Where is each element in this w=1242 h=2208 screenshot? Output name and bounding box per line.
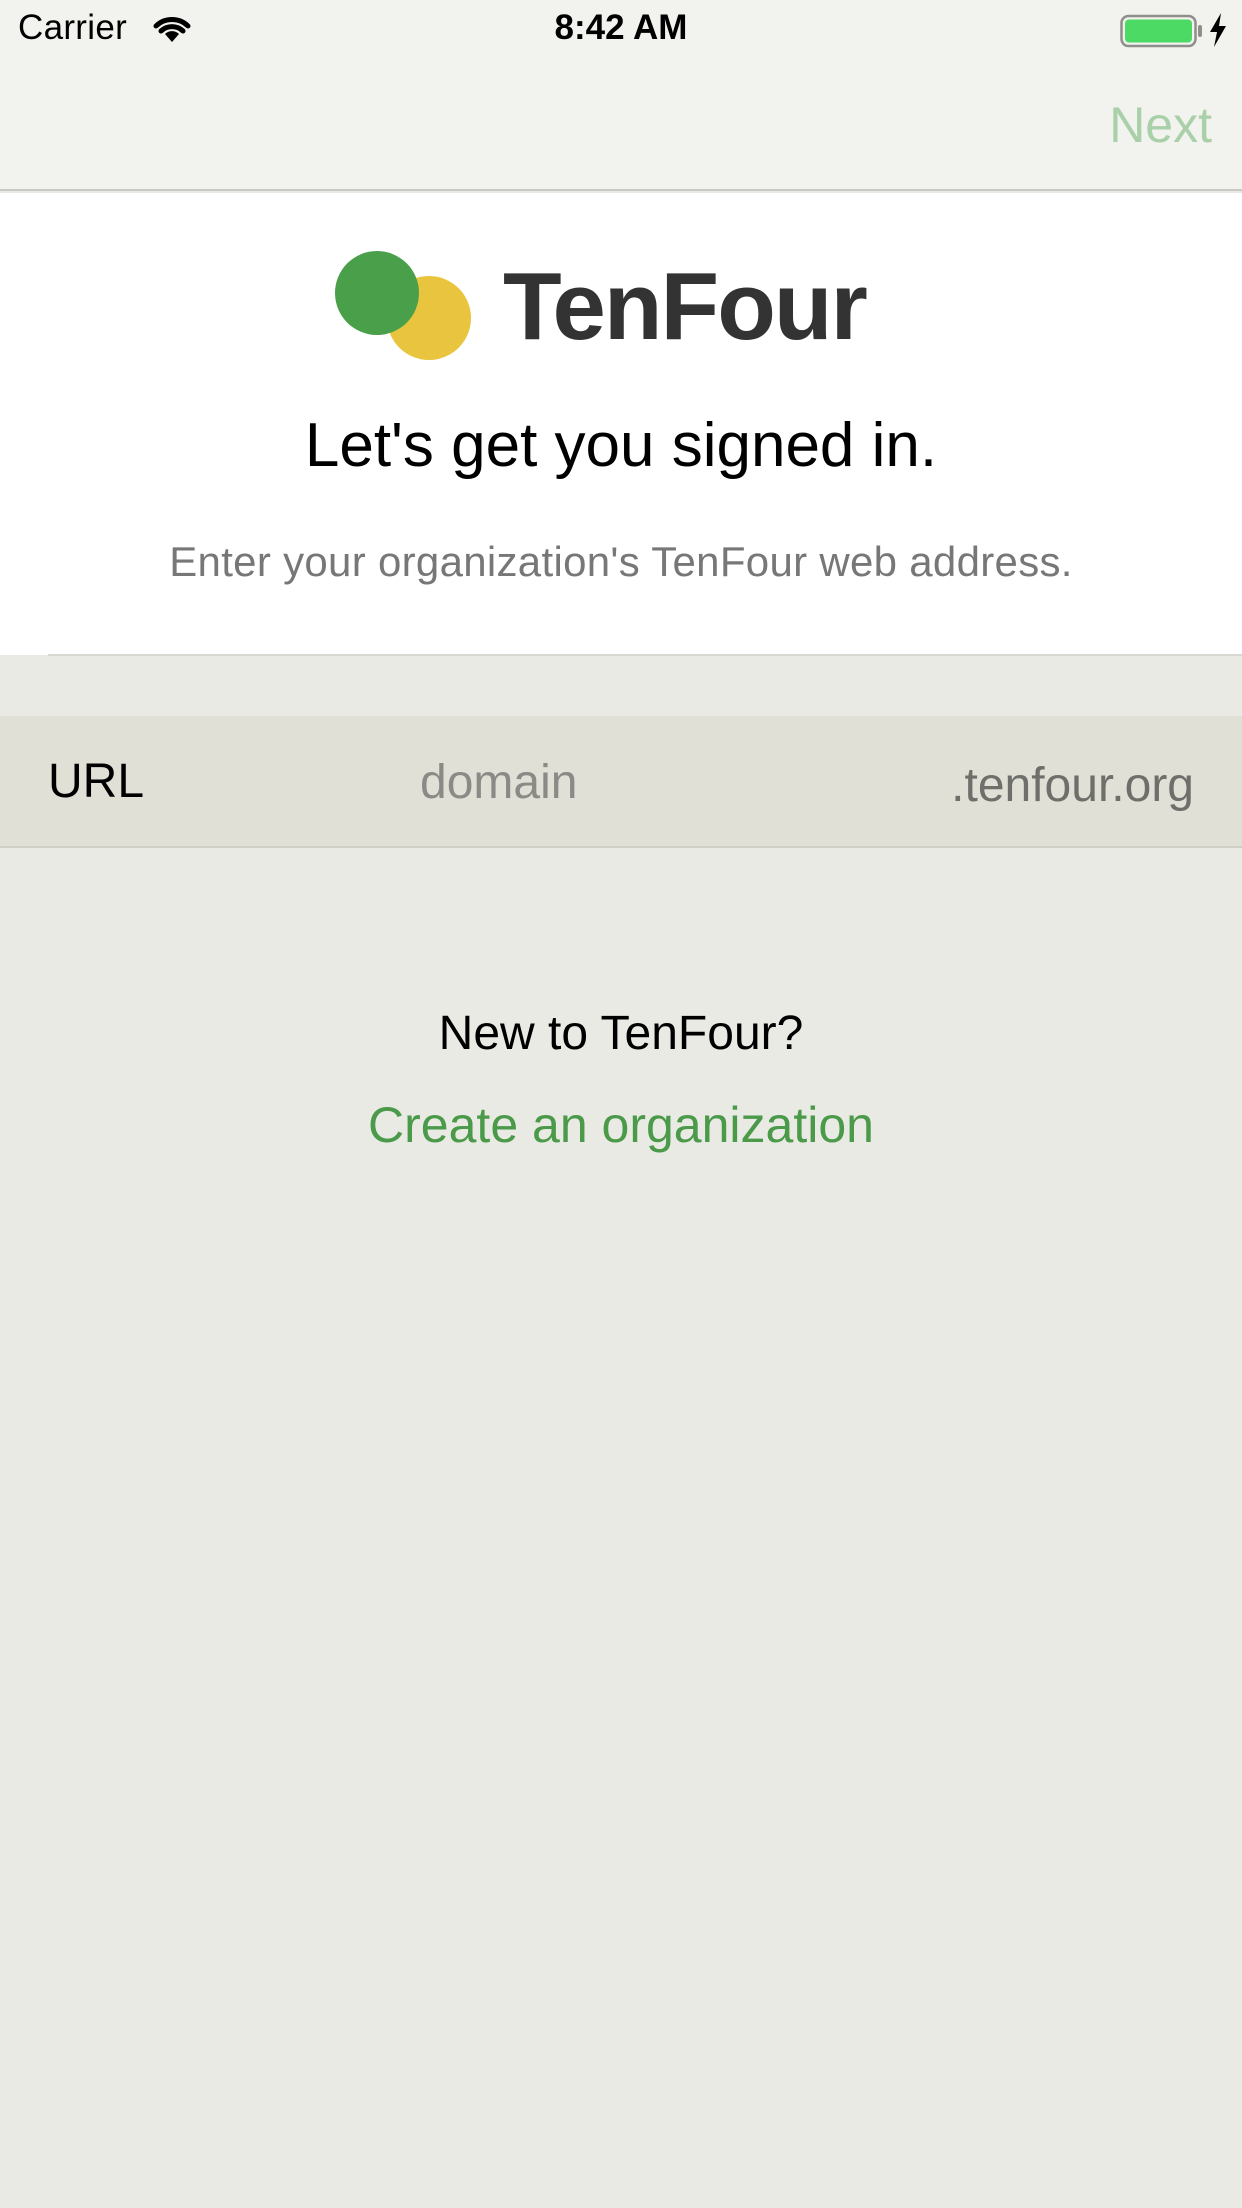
sign-in-screen: Carrier 8:42 AM Next TenFour Let's get y… [0,0,1242,2208]
page-subtitle: Enter your organization's TenFour web ad… [169,538,1073,585]
domain-input[interactable] [420,738,900,826]
charging-bolt-icon [1210,13,1226,47]
new-user-prompt: New to TenFour? [438,1007,804,1060]
page-title: Let's get you signed in. [304,411,938,480]
tenfour-logo: TenFour [333,251,873,361]
url-row: URL .tenfour.org [0,716,1242,848]
logo-mark-icon [335,251,471,360]
status-time: 8:42 AM [554,8,688,47]
battery-icon [1120,14,1202,48]
divider [48,654,1242,656]
header-card: TenFour Let's get you signed in. Enter y… [0,193,1242,656]
domain-suffix: .tenfour.org [951,759,1194,812]
navigation-bar: Next [0,60,1242,191]
create-organization-link[interactable]: Create an organization [0,1096,1242,1154]
logo-wordmark: TenFour [503,253,868,360]
status-bar: Carrier 8:42 AM [0,0,1242,60]
url-label: URL [48,755,145,808]
next-button[interactable]: Next [1109,96,1212,154]
